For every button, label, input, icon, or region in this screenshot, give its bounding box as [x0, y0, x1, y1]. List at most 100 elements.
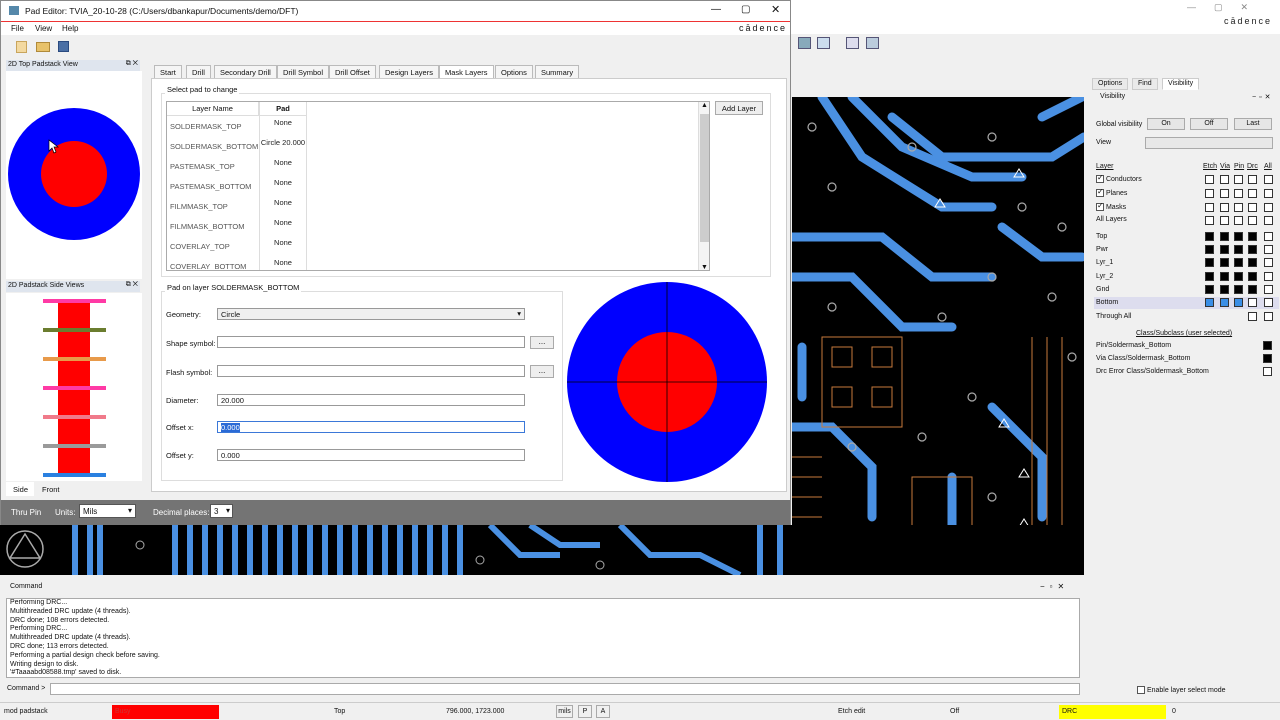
layer-color-square[interactable]	[1205, 272, 1214, 281]
layer-color-square[interactable]	[1248, 272, 1257, 281]
layer-color-square[interactable]	[1264, 245, 1273, 254]
layer-color-square[interactable]	[1234, 258, 1243, 267]
group-visibility-checkbox[interactable]	[1234, 189, 1243, 198]
grid-layer-name[interactable]: COVERLAY_BOTTOM	[170, 262, 246, 270]
visibility-on-button[interactable]: On	[1147, 118, 1185, 130]
layer-color-square[interactable]	[1248, 232, 1257, 241]
layer-color-square[interactable]	[1220, 285, 1229, 294]
grid-layer-name[interactable]: COVERLAY_TOP	[170, 242, 230, 251]
save-icon[interactable]	[58, 41, 69, 52]
grid-pad-value[interactable]: None	[260, 238, 306, 247]
menu-help[interactable]: Help	[62, 24, 78, 33]
group-visibility-checkbox[interactable]	[1234, 216, 1243, 225]
status-drc[interactable]: DRC	[1059, 705, 1166, 719]
group-visibility-checkbox[interactable]	[1248, 175, 1257, 184]
menu-file[interactable]: File	[11, 24, 24, 33]
minimize-icon[interactable]: —	[711, 4, 721, 15]
class-item-pin[interactable]: Pin/Soldermask_Bottom	[1096, 342, 1171, 349]
group-visibility-checkbox[interactable]	[1248, 216, 1257, 225]
tab-side[interactable]: Side	[6, 482, 34, 496]
command-input[interactable]	[50, 683, 1080, 695]
class-color-drc[interactable]	[1263, 367, 1272, 376]
menu-view[interactable]: View	[35, 24, 52, 33]
group-visibility-checkbox[interactable]	[1220, 175, 1229, 184]
tab-summary[interactable]: Summary	[535, 65, 580, 79]
tab-find[interactable]: Find	[1132, 78, 1158, 90]
group-visibility-checkbox[interactable]	[1264, 175, 1273, 184]
layer-color-square[interactable]	[1220, 298, 1229, 307]
layer-color-square[interactable]	[1264, 312, 1273, 321]
view-select[interactable]	[1145, 137, 1273, 149]
layer-color-square[interactable]	[1248, 245, 1257, 254]
layer-color-square[interactable]	[1220, 272, 1229, 281]
panel-controls[interactable]: −▫✕	[1252, 93, 1273, 101]
tab-options-editor[interactable]: Options	[495, 65, 533, 79]
layer-color-square[interactable]	[1205, 285, 1214, 294]
mask-layer-grid[interactable]: Layer Name Pad SOLDERMASK_TOP None SOLDE…	[166, 101, 710, 271]
top-padstack-view[interactable]	[6, 71, 142, 279]
flash-browse-button[interactable]: ...	[530, 365, 554, 378]
layer-color-square[interactable]	[1234, 232, 1243, 241]
group-visibility-checkbox[interactable]	[1264, 203, 1273, 212]
layer-color-square[interactable]	[1234, 298, 1243, 307]
grid-pad-value[interactable]: None	[260, 118, 306, 127]
layer-color-square[interactable]	[1220, 232, 1229, 241]
add-layer-button[interactable]: Add Layer	[715, 101, 763, 115]
group-conductors[interactable]: Conductors	[1096, 173, 1142, 183]
layer-color-square[interactable]	[1264, 272, 1273, 281]
class-color-pin[interactable]	[1263, 341, 1272, 350]
group-visibility-checkbox[interactable]	[1234, 175, 1243, 184]
group-visibility-checkbox[interactable]	[1205, 216, 1214, 225]
layer-color-square[interactable]	[1205, 258, 1214, 267]
layer-color-square[interactable]	[1234, 285, 1243, 294]
app-window-controls[interactable]: —▢✕	[1187, 2, 1266, 13]
layers-icon[interactable]	[846, 37, 859, 49]
layer-color-square[interactable]	[1264, 232, 1273, 241]
pcb-canvas-bottom[interactable]	[0, 525, 1084, 575]
window-icon[interactable]	[817, 37, 830, 49]
pcb-canvas[interactable]	[792, 97, 1084, 573]
layer-color-square[interactable]	[1220, 245, 1229, 254]
board-icon[interactable]	[866, 37, 879, 49]
decimal-places-select[interactable]: 3 ▾	[210, 504, 233, 518]
group-visibility-checkbox[interactable]	[1220, 216, 1229, 225]
layer-color-square[interactable]	[1205, 232, 1214, 241]
grid-layer-name[interactable]: PASTEMASK_BOTTOM	[170, 182, 251, 191]
grid-pad-value[interactable]: None	[260, 178, 306, 187]
group-visibility-checkbox[interactable]	[1264, 189, 1273, 198]
shape-symbol-input[interactable]	[217, 336, 525, 348]
tab-front[interactable]: Front	[42, 485, 60, 494]
group-visibility-checkbox[interactable]	[1248, 189, 1257, 198]
class-item-drc[interactable]: Drc Error Class/Soldermask_Bottom	[1096, 368, 1209, 375]
visibility-off-button[interactable]: Off	[1190, 118, 1228, 130]
shape-browse-button[interactable]: ...	[530, 336, 554, 349]
diameter-input[interactable]: 20.000	[217, 394, 525, 406]
grid-layer-name[interactable]: PASTEMASK_TOP	[170, 162, 235, 171]
tab-visibility[interactable]: Visibility	[1162, 78, 1200, 90]
side-padstack-view[interactable]	[6, 293, 142, 481]
grid-scrollbar[interactable]: ▲ ▼	[698, 102, 709, 270]
enable-layer-select[interactable]: Enable layer select mode	[1137, 686, 1226, 694]
tab-drill[interactable]: Drill	[186, 65, 211, 79]
group-visibility-checkbox[interactable]	[1234, 203, 1243, 212]
group-all-layers[interactable]: All Layers	[1096, 216, 1127, 223]
grid-pad-value[interactable]: None	[260, 158, 306, 167]
grid-layer-name[interactable]: FILMMASK_BOTTOM	[170, 222, 244, 231]
grid-pad-value[interactable]: None	[260, 218, 306, 227]
status-p-button[interactable]: P	[578, 705, 592, 718]
close-icon[interactable]: ✕	[771, 3, 780, 16]
layer-color-square[interactable]	[1264, 298, 1273, 307]
units-select[interactable]: Mils ▾	[79, 504, 136, 518]
tab-design-layers[interactable]: Design Layers	[379, 65, 439, 79]
offset-y-input[interactable]: 0.000	[217, 449, 525, 461]
tab-start[interactable]: Start	[154, 65, 182, 79]
grid-pad-value[interactable]: None	[260, 258, 306, 267]
visibility-last-button[interactable]: Last	[1234, 118, 1272, 130]
tab-secondary-drill[interactable]: Secondary Drill	[214, 65, 277, 79]
class-item-via[interactable]: Via Class/Soldermask_Bottom	[1096, 355, 1190, 362]
tab-options[interactable]: Options	[1092, 78, 1129, 90]
layer-color-square[interactable]	[1205, 245, 1214, 254]
open-folder-icon[interactable]	[36, 42, 50, 52]
layer-color-square[interactable]	[1264, 258, 1273, 267]
layer-color-square[interactable]	[1248, 298, 1257, 307]
